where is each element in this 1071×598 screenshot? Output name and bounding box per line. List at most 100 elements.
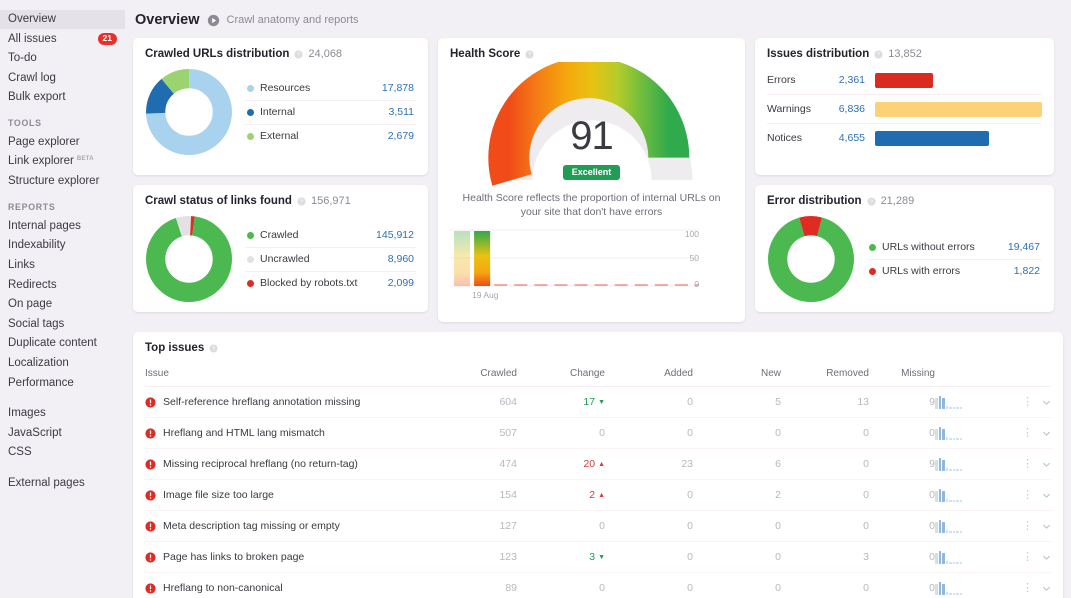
sidebar-item-page-explorer[interactable]: Page explorer <box>0 133 125 152</box>
sparkline-bar <box>942 428 945 440</box>
help-icon[interactable]: ? <box>874 49 883 59</box>
sidebar-item-localization[interactable]: Localization <box>0 354 125 373</box>
sidebar-item-to-do[interactable]: To-do <box>0 49 125 68</box>
mini-chart-y-tick: 100 <box>684 229 699 239</box>
more-options-icon[interactable]: ⋮ <box>1022 520 1033 532</box>
help-icon[interactable]: ? <box>209 343 218 353</box>
sidebar-item-social-tags[interactable]: Social tags <box>0 315 125 334</box>
sidebar-item-redirects[interactable]: Redirects <box>0 276 125 295</box>
health-score-mini-chart: 100 50 0 19 Aug <box>450 229 733 301</box>
sidebar-item-overview[interactable]: Overview <box>0 10 125 29</box>
table-header-change[interactable]: Change <box>517 363 605 387</box>
sidebar-item-external-pages[interactable]: External pages <box>0 474 125 493</box>
health-score-rating: Excellent <box>450 162 733 180</box>
sidebar-item-images[interactable]: Images <box>0 404 125 423</box>
more-options-icon[interactable]: ⋮ <box>1022 427 1033 439</box>
issue-cell-content: Missing reciprocal hreflang (no return-t… <box>145 458 445 470</box>
legend-row[interactable]: External 2,679 <box>245 125 416 148</box>
sparkline-bar <box>945 436 948 440</box>
help-icon[interactable]: ? <box>525 49 534 59</box>
table-header-row: Issue Crawled Change Added New Removed Missing <box>145 363 1051 387</box>
sidebar-item-on-page[interactable]: On page <box>0 295 125 314</box>
chevron-down-icon[interactable] <box>1042 398 1051 407</box>
chevron-down-icon[interactable] <box>1042 522 1051 531</box>
arrow-down-icon: ▼ <box>598 398 605 406</box>
sidebar-item-indexability[interactable]: Indexability <box>0 236 125 255</box>
issues-distribution-value: 6,836 <box>838 103 865 115</box>
issues-distribution-row[interactable]: Errors 2,361 <box>767 66 1042 95</box>
chevron-down-icon[interactable] <box>1042 584 1051 593</box>
more-options-icon[interactable]: ⋮ <box>1022 489 1033 501</box>
more-options-icon[interactable]: ⋮ <box>1022 458 1033 470</box>
chevron-down-icon[interactable] <box>1042 491 1051 500</box>
sidebar-item-label: Indexability <box>8 239 66 252</box>
issue-name[interactable]: Image file size too large <box>163 489 274 501</box>
help-icon[interactable]: ? <box>297 196 306 206</box>
new-value: 0 <box>693 417 781 449</box>
sidebar-item-css[interactable]: CSS <box>0 443 125 462</box>
sidebar-item-bulk-export[interactable]: Bulk export <box>0 88 125 107</box>
issue-name[interactable]: Missing reciprocal hreflang (no return-t… <box>163 458 358 470</box>
issue-name[interactable]: Self-reference hreflang annotation missi… <box>163 396 360 408</box>
sidebar-item-links[interactable]: Links <box>0 256 125 275</box>
issue-name[interactable]: Meta description tag missing or empty <box>163 520 340 532</box>
legend-value: 8,960 <box>387 253 414 265</box>
sidebar-item-performance[interactable]: Performance <box>0 374 125 393</box>
legend-row[interactable]: Crawled 145,912 <box>245 224 416 248</box>
issue-name[interactable]: Page has links to broken page <box>163 551 304 563</box>
legend-row[interactable]: Blocked by robots.txt 2,099 <box>245 272 416 295</box>
table-row[interactable]: Hreflang and HTML lang mismatch 507 0 0 0 0 0 ⋮ <box>145 417 1051 449</box>
issues-distribution-bars: Errors 2,361 Warnings 6,836 Notices 4,655 <box>767 66 1042 152</box>
legend-row[interactable]: URLs without errors 19,467 <box>867 236 1042 260</box>
trend-sparkline <box>935 510 999 542</box>
sidebar-item-javascript[interactable]: JavaScript <box>0 424 125 443</box>
play-video-icon[interactable] <box>207 14 220 27</box>
legend-row[interactable]: Internal 3,511 <box>245 101 416 125</box>
legend-row[interactable]: Resources 17,878 <box>245 77 416 101</box>
help-icon[interactable]: ? <box>294 49 303 59</box>
sidebar-divider-assets <box>0 393 125 404</box>
table-row[interactable]: Self-reference hreflang annotation missi… <box>145 386 1051 418</box>
table-header-crawled[interactable]: Crawled <box>445 363 517 387</box>
table-row[interactable]: Meta description tag missing or empty 127… <box>145 510 1051 542</box>
legend-row[interactable]: Uncrawled 8,960 <box>245 248 416 272</box>
issue-name[interactable]: Hreflang and HTML lang mismatch <box>163 427 325 439</box>
trend-sparkline <box>935 386 999 418</box>
table-header-issue[interactable]: Issue <box>145 363 445 387</box>
crawled-urls-body: Resources 17,878 Internal 3,511 External 2,67… <box>145 68 416 156</box>
issue-cell-content: Hreflang to non-canonical <box>145 582 445 594</box>
issue-cell: Missing reciprocal hreflang (no return-t… <box>145 448 445 480</box>
issues-distribution-row[interactable]: Notices 4,655 <box>767 124 1042 152</box>
table-header-new[interactable]: New <box>693 363 781 387</box>
table-header-missing[interactable]: Missing <box>869 363 935 387</box>
change-indicator: 3 ▼ <box>589 551 605 563</box>
more-options-icon[interactable]: ⋮ <box>1022 551 1033 563</box>
table-row[interactable]: Missing reciprocal hreflang (no return-t… <box>145 448 1051 480</box>
sidebar-item-internal-pages[interactable]: Internal pages <box>0 217 125 236</box>
sidebar-item-label: External pages <box>8 476 85 489</box>
help-icon[interactable]: ? <box>867 196 876 206</box>
chevron-down-icon[interactable] <box>1042 429 1051 438</box>
issues-distribution-row[interactable]: Warnings 6,836 <box>767 95 1042 124</box>
table-header-removed[interactable]: Removed <box>781 363 869 387</box>
chevron-down-icon[interactable] <box>1042 460 1051 469</box>
chevron-down-icon[interactable] <box>1042 553 1051 562</box>
legend-color-dot <box>247 108 254 116</box>
sparkline-bar <box>949 530 952 533</box>
table-row[interactable]: Page has links to broken page 123 3 ▼ 0 0 3 0 ⋮ <box>145 541 1051 573</box>
sidebar-item-duplicate-content[interactable]: Duplicate content <box>0 334 125 353</box>
sidebar-item-structure-explorer[interactable]: Structure explorer <box>0 172 125 191</box>
sidebar-item-crawl-log[interactable]: Crawl log <box>0 69 125 88</box>
legend-value: 145,912 <box>376 229 414 241</box>
sidebar-item-label: Duplicate content <box>8 337 97 350</box>
issue-name[interactable]: Hreflang to non-canonical <box>163 582 283 594</box>
table-row[interactable]: Hreflang to non-canonical 89 0 0 0 0 0 ⋮ <box>145 572 1051 598</box>
table-row[interactable]: Image file size too large 154 2 ▲ 0 2 0 0 ⋮ <box>145 479 1051 511</box>
legend-row[interactable]: URLs with errors 1,822 <box>867 260 1042 283</box>
more-options-icon[interactable]: ⋮ <box>1022 582 1033 594</box>
sidebar-item-all-issues[interactable]: All issues 21 <box>0 30 125 49</box>
issue-cell: Hreflang to non-canonical <box>145 572 445 598</box>
sidebar-item-link-explorer[interactable]: Link explorer BETA <box>0 153 125 172</box>
table-header-added[interactable]: Added <box>605 363 693 387</box>
more-options-icon[interactable]: ⋮ <box>1022 396 1033 408</box>
